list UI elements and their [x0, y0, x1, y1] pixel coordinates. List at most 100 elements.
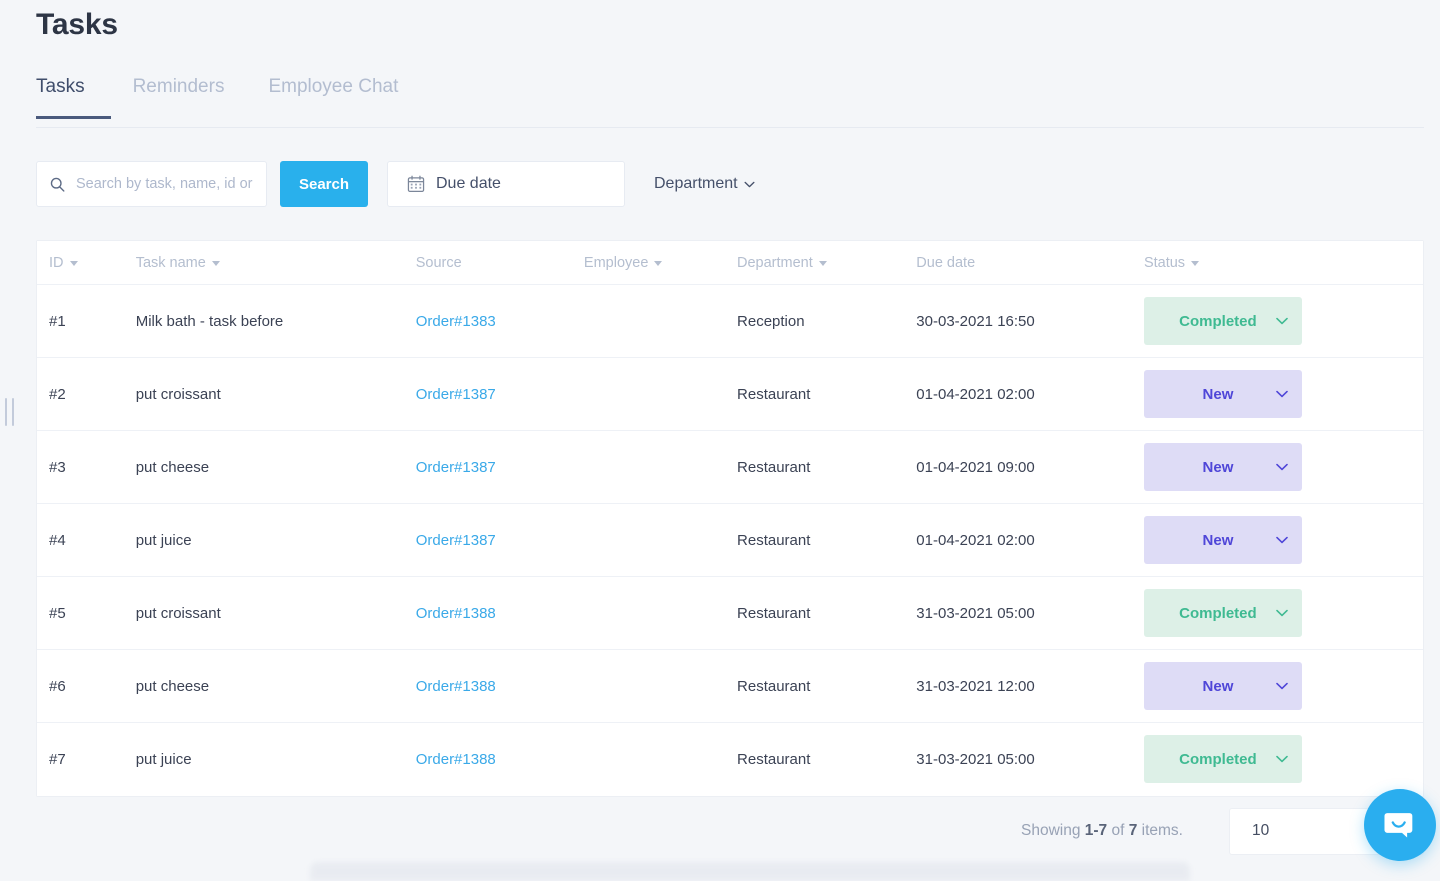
status-badge-dropdown[interactable]: New	[1143, 443, 1302, 491]
status-badge-dropdown[interactable]: Completed	[1143, 589, 1302, 637]
table-row[interactable]: #5 put croissant Order#1388 Restaurant 31-03…	[37, 576, 1423, 650]
column-header-id[interactable]: ID	[37, 241, 136, 285]
cell-id: #6	[37, 649, 136, 723]
chevron-down-icon	[1276, 317, 1288, 325]
cell-due-date: 31-03-2021 05:00	[916, 722, 1144, 796]
search-icon	[50, 177, 65, 192]
source-order-link[interactable]: Order#1388	[416, 751, 496, 768]
table-row[interactable]: #6 put cheese Order#1388 Restaurant 31-03-20…	[37, 649, 1423, 723]
status-badge-dropdown[interactable]: Completed	[1143, 297, 1302, 345]
status-badge-dropdown[interactable]: New	[1143, 516, 1302, 564]
showing-suffix: items.	[1137, 822, 1183, 839]
column-header-due-date: Due date	[916, 241, 1144, 285]
cell-due-date: 31-03-2021 12:00	[916, 649, 1144, 723]
cell-source: Order#1388	[415, 722, 584, 796]
cell-task-name: put croissant	[135, 357, 416, 431]
status-badge-label: New	[1202, 677, 1234, 695]
source-order-link[interactable]: Order#1383	[416, 313, 496, 330]
cell-department: Restaurant	[737, 503, 917, 577]
page-size-value: 10	[1252, 822, 1270, 839]
cell-employee	[583, 503, 738, 577]
column-header-source-label: Source	[415, 255, 462, 271]
column-header-employee[interactable]: Employee	[583, 241, 738, 285]
showing-prefix: Showing	[1021, 822, 1085, 839]
cell-employee	[583, 284, 738, 358]
cell-department: Restaurant	[737, 430, 917, 504]
tab-tasks[interactable]: Tasks	[36, 76, 111, 119]
search-field[interactable]	[36, 161, 267, 207]
status-badge-label: New	[1202, 531, 1234, 549]
showing-summary: Showing 1-7 of 7 items.	[1021, 822, 1183, 840]
source-order-link[interactable]: Order#1387	[416, 532, 496, 549]
column-header-department[interactable]: Department	[737, 241, 917, 285]
cell-employee	[583, 649, 738, 723]
sort-caret-icon	[654, 260, 663, 266]
column-header-task-name-label: Task name	[135, 255, 206, 271]
tab-reminders[interactable]: Reminders	[111, 76, 247, 119]
cell-department: Restaurant	[737, 357, 917, 431]
cell-status: Completed	[1143, 576, 1423, 650]
due-date-filter-button[interactable]: Due date	[387, 161, 625, 207]
source-order-link[interactable]: Order#1387	[416, 459, 496, 476]
cell-task-name: put juice	[135, 503, 416, 577]
cell-task-name: put juice	[135, 722, 416, 796]
status-badge-label: New	[1202, 385, 1234, 403]
cell-task-name: put cheese	[135, 649, 416, 723]
cell-source: Order#1388	[415, 649, 584, 723]
status-badge-label: Completed	[1179, 750, 1257, 768]
sort-caret-icon	[818, 260, 827, 266]
table-row[interactable]: #4 put juice Order#1387 Restaurant 01-04-202…	[37, 503, 1423, 577]
chevron-down-icon	[744, 181, 755, 187]
calendar-icon	[407, 175, 425, 193]
cell-due-date: 30-03-2021 16:50	[916, 284, 1144, 358]
table-header: ID Task name Source Employee Department	[37, 241, 1423, 285]
table-body: #1 Milk bath - task before Order#1383 Recep…	[37, 284, 1423, 796]
panel-drag-handle[interactable]	[5, 398, 14, 426]
page-title: Tasks	[36, 8, 118, 41]
status-badge-dropdown[interactable]: New	[1143, 662, 1302, 710]
tasks-table: ID Task name Source Employee Department	[37, 241, 1423, 796]
cell-employee	[583, 576, 738, 650]
table-row[interactable]: #3 put cheese Order#1387 Restaurant 01-04-20…	[37, 430, 1423, 504]
cell-task-name: put croissant	[135, 576, 416, 650]
status-badge-dropdown[interactable]: Completed	[1143, 735, 1302, 784]
chevron-down-icon	[1276, 682, 1288, 690]
cell-department: Restaurant	[737, 576, 917, 650]
cell-id: #5	[37, 576, 136, 650]
column-header-task-name[interactable]: Task name	[135, 241, 416, 285]
cell-employee	[583, 430, 738, 504]
cell-department: Restaurant	[737, 649, 917, 723]
table-row[interactable]: #1 Milk bath - task before Order#1383 Recep…	[37, 284, 1423, 358]
tab-divider	[36, 127, 1424, 128]
table-row[interactable]: #2 put croissant Order#1387 Restaurant 01-04…	[37, 357, 1423, 431]
cell-source: Order#1388	[415, 576, 584, 650]
tab-employee-chat[interactable]: Employee Chat	[246, 76, 420, 119]
cell-status: Completed	[1143, 284, 1423, 358]
due-date-filter-label: Due date	[436, 175, 501, 192]
cell-status: New	[1143, 430, 1423, 504]
table-row[interactable]: #7 put juice Order#1388 Restaurant 31-03-202…	[37, 722, 1423, 796]
column-header-department-label: Department	[737, 255, 813, 271]
chat-launcher-button[interactable]	[1364, 789, 1436, 861]
source-order-link[interactable]: Order#1388	[416, 678, 496, 695]
column-header-status[interactable]: Status	[1143, 241, 1423, 285]
source-order-link[interactable]: Order#1387	[416, 386, 496, 403]
search-input[interactable]	[74, 162, 256, 206]
tab-bar: Tasks Reminders Employee Chat	[36, 76, 420, 119]
column-header-due-date-label: Due date	[916, 255, 976, 271]
source-order-link[interactable]: Order#1388	[416, 605, 496, 622]
tasks-table-card: ID Task name Source Employee Department	[36, 240, 1424, 797]
cell-id: #7	[37, 722, 136, 796]
department-filter-dropdown[interactable]: Department	[650, 161, 759, 207]
bottom-panel-shadow	[310, 862, 1190, 881]
chevron-down-icon	[1276, 463, 1288, 471]
cell-status: Completed	[1143, 722, 1423, 796]
cell-task-name: Milk bath - task before	[135, 284, 416, 358]
column-header-employee-label: Employee	[583, 255, 649, 271]
status-badge-dropdown[interactable]: New	[1143, 370, 1302, 418]
cell-task-name: put cheese	[135, 430, 416, 504]
cell-department: Restaurant	[737, 722, 917, 796]
filter-bar: Search Due date Department	[36, 161, 759, 207]
chevron-down-icon	[1276, 609, 1288, 617]
search-button[interactable]: Search	[280, 161, 368, 207]
